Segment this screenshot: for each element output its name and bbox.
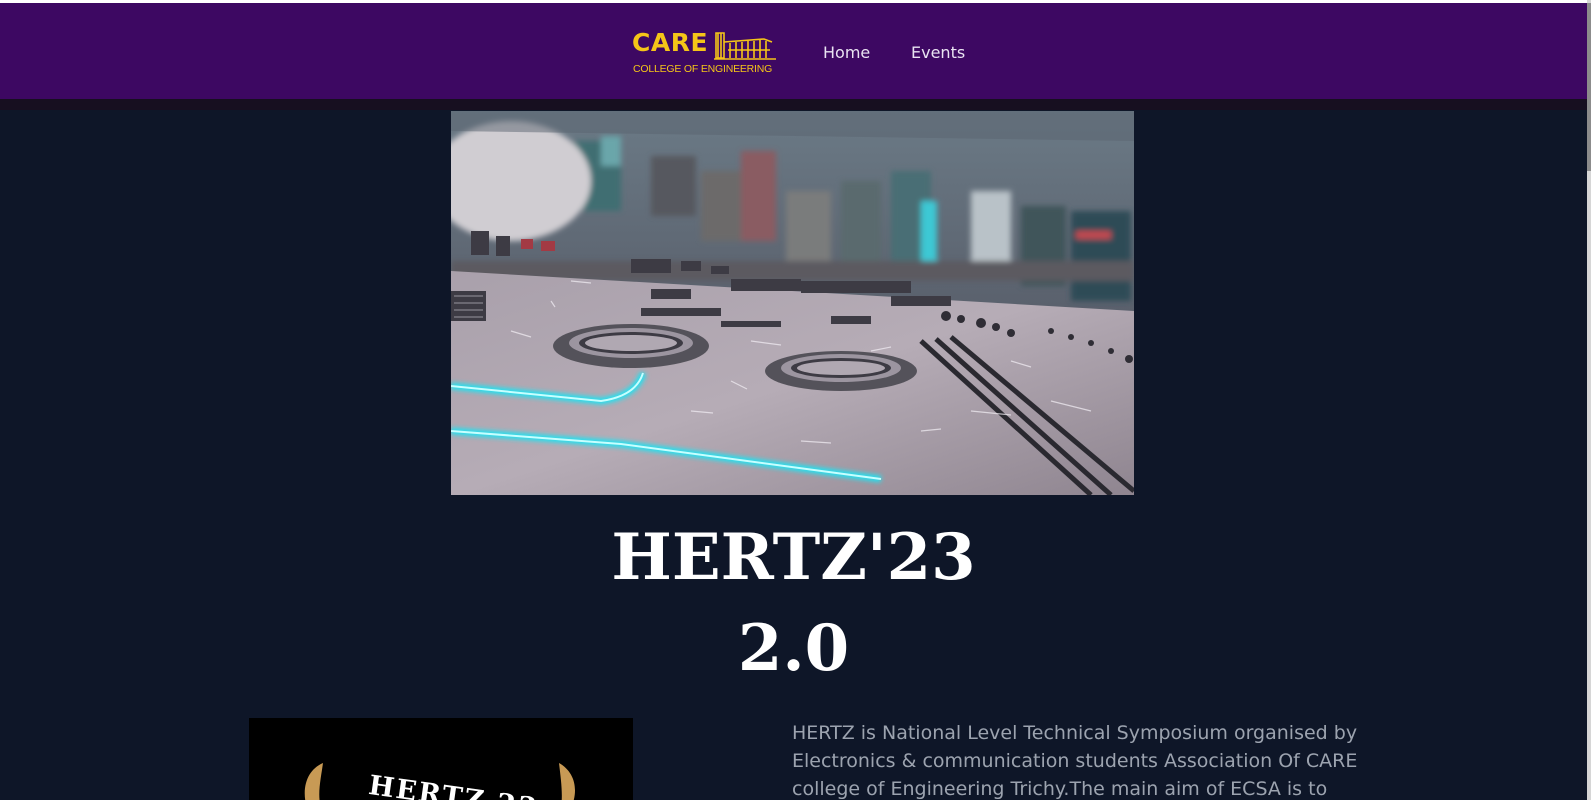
circuit-city-image — [451, 111, 1134, 495]
nav-home-link[interactable]: Home — [823, 43, 870, 62]
event-poster: HERTZ 23 — [249, 718, 633, 800]
page: CARE COLLEGE OF ENGINEERING Home Events — [0, 0, 1591, 800]
hero-video[interactable] — [451, 111, 1134, 495]
navbar: CARE COLLEGE OF ENGINEERING Home Events — [0, 3, 1587, 99]
building-icon — [714, 32, 776, 60]
title-main: HERTZ'23 — [611, 520, 976, 595]
nav-shadow — [0, 99, 1587, 110]
logo-subtitle: COLLEGE OF ENGINEERING — [633, 63, 773, 75]
scrollbar-thumb[interactable] — [1587, 3, 1591, 171]
event-description: HERTZ is National Level Technical Sympos… — [792, 722, 1358, 800]
page-title: HERTZ'23 2.0 — [0, 512, 1587, 694]
nav-events-link[interactable]: Events — [911, 43, 965, 62]
title-version: 2.0 — [737, 611, 850, 686]
college-logo[interactable]: CARE COLLEGE OF ENGINEERING — [632, 30, 778, 78]
logo-name: CARE — [632, 28, 709, 57]
